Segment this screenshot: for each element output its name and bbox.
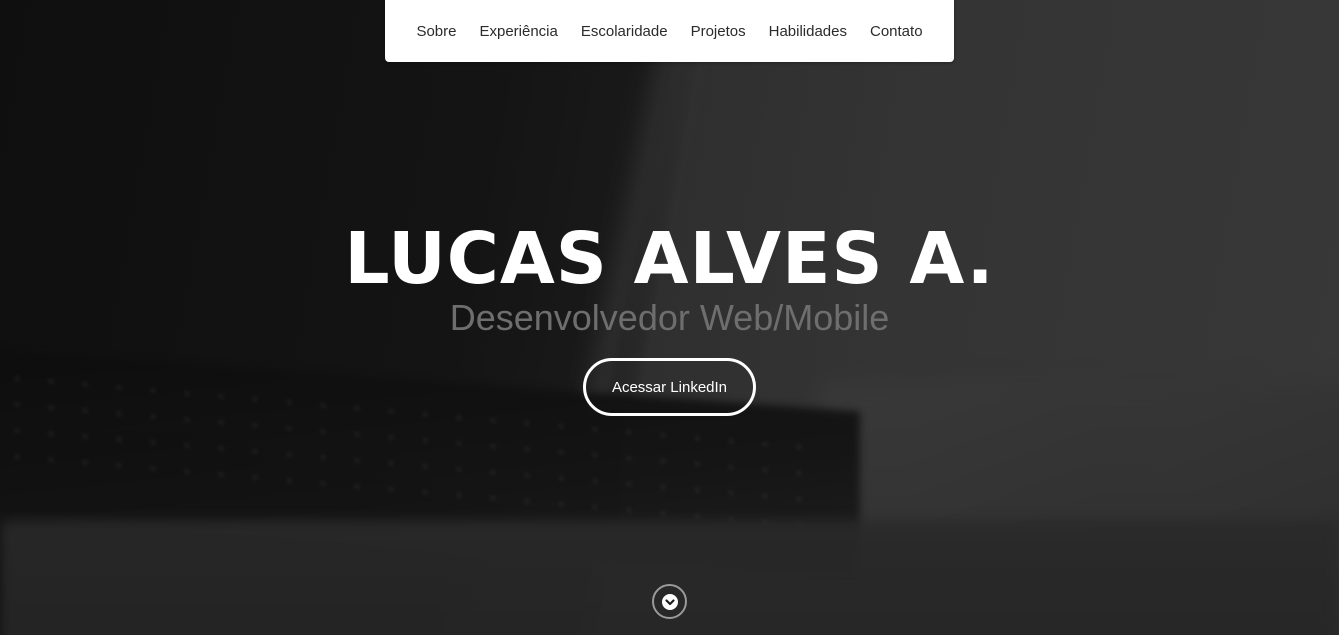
hero-title: LUCAS ALVES A. — [344, 217, 995, 300]
hero-section: Sobre Experiência Escolaridade Projetos … — [0, 0, 1339, 635]
nav-item-experiencia[interactable]: Experiência — [468, 23, 569, 40]
chevron-down-icon — [661, 593, 678, 610]
nav-item-projetos[interactable]: Projetos — [679, 23, 757, 40]
nav-item-habilidades[interactable]: Habilidades — [757, 23, 858, 40]
nav-item-contato[interactable]: Contato — [859, 23, 935, 40]
linkedin-button[interactable]: Acessar LinkedIn — [583, 358, 756, 416]
top-navigation: Sobre Experiência Escolaridade Projetos … — [385, 0, 954, 62]
nav-item-sobre[interactable]: Sobre — [405, 23, 468, 40]
background-laptop-screen — [565, 0, 715, 420]
nav-item-escolaridade[interactable]: Escolaridade — [569, 23, 679, 40]
hero-subtitle: Desenvolvedor Web/Mobile — [449, 297, 890, 338]
scroll-down-button[interactable] — [652, 584, 687, 619]
